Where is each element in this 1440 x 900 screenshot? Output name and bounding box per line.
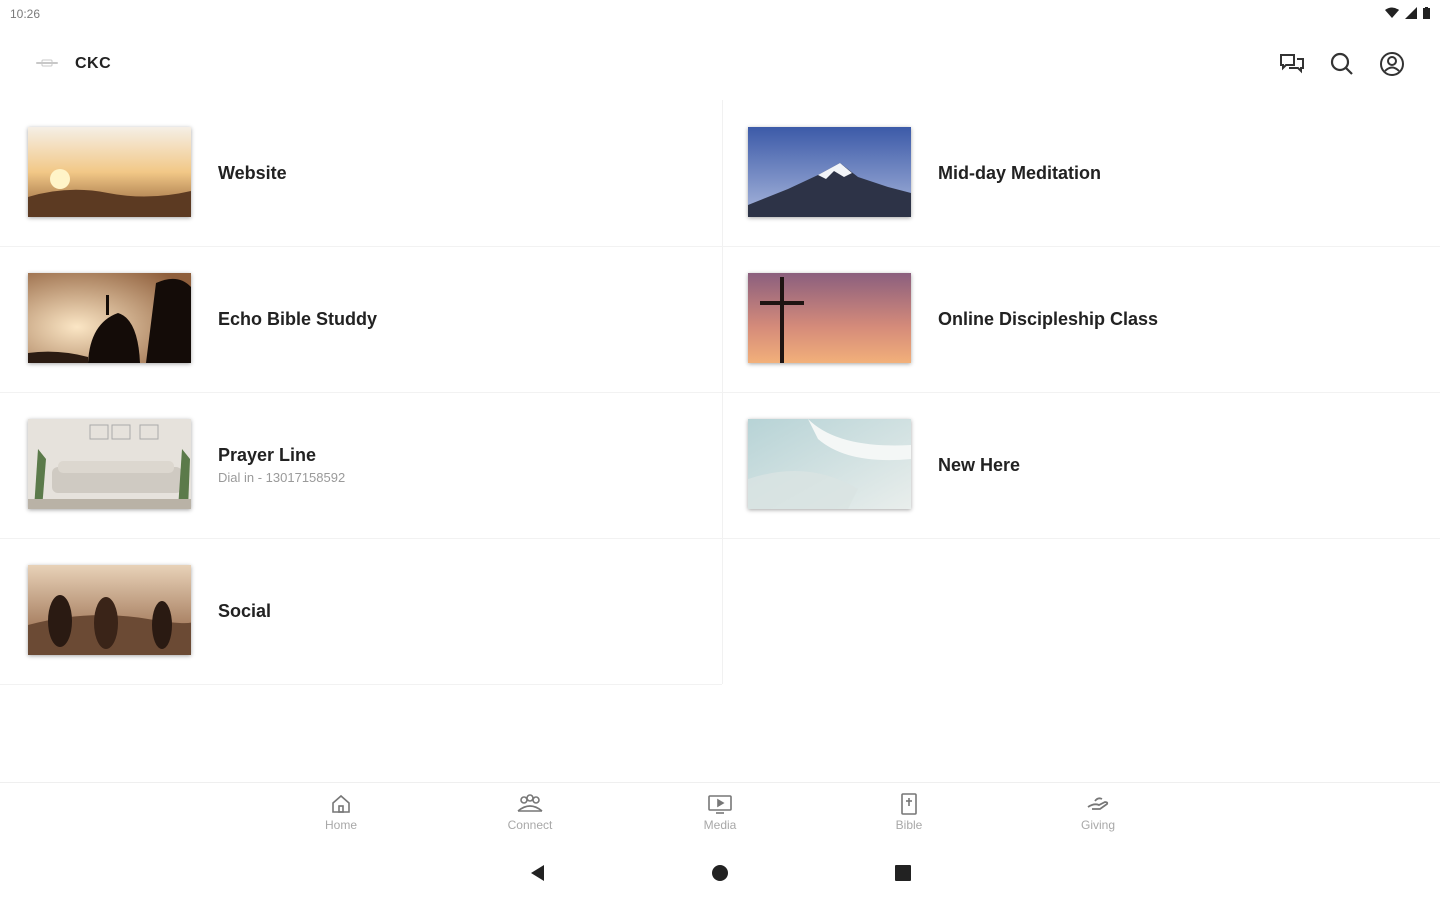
search-button[interactable] (1328, 50, 1356, 78)
recents-button[interactable] (894, 864, 912, 882)
card-title: Social (218, 600, 272, 621)
group-icon (517, 794, 543, 812)
list-item-social[interactable]: Social (0, 538, 722, 684)
app-title: CKC (75, 55, 112, 72)
list-item-website[interactable]: Website (0, 100, 722, 246)
card-subtitle: Dial in - 13017158592 (218, 470, 346, 485)
ckc-logo-icon (36, 59, 58, 67)
chat-icon (1280, 54, 1304, 74)
nav-media[interactable]: Media (670, 793, 770, 832)
nav-label: Connect (507, 818, 553, 832)
card-text: Online Discipleship Class (938, 246, 1158, 392)
nav-home[interactable]: Home (291, 793, 391, 832)
card-title: Website (218, 162, 287, 183)
card-text: Echo Bible Studdy (218, 246, 377, 392)
nav-giving[interactable]: Giving (1048, 793, 1148, 832)
system-navigation-bar (0, 856, 1440, 892)
status-time: 10:26 (10, 7, 41, 21)
card-title: Prayer Line (218, 445, 317, 465)
header-actions (1278, 50, 1406, 78)
account-button[interactable] (1378, 50, 1406, 78)
wifi-icon (1385, 7, 1399, 18)
home-icon (332, 794, 350, 813)
card-text: New Here (938, 392, 1020, 538)
list-item-new-here[interactable]: New Here (720, 392, 1440, 538)
back-button[interactable] (528, 864, 546, 882)
card-text: Prayer Line Dial in - 13017158592 (218, 392, 345, 538)
nav-bible[interactable]: Bible (859, 793, 959, 832)
messages-button[interactable] (1278, 50, 1306, 78)
card-title: Online Discipleship Class (938, 308, 1159, 329)
card-title: Mid-day Meditation (938, 162, 1101, 183)
nav-label: Home (324, 818, 357, 832)
battery-icon (1423, 7, 1430, 19)
thumbnail-image (28, 565, 191, 655)
thumbnail-image (748, 419, 911, 509)
thumbnail-image (748, 273, 911, 363)
status-icons (1385, 7, 1430, 19)
status-bar: 10:26 (0, 0, 1440, 28)
card-title: New Here (938, 454, 1021, 475)
thumbnail-image (28, 127, 191, 217)
bible-icon (901, 793, 917, 815)
row-divider (0, 684, 722, 685)
signal-icon (1405, 7, 1417, 19)
list-item-online-discipleship-class[interactable]: Online Discipleship Class (720, 246, 1440, 392)
card-title: Echo Bible Studdy (218, 308, 378, 329)
card-text: Website (218, 100, 287, 246)
giving-hand-icon (1087, 797, 1109, 810)
nav-label: Media (703, 818, 737, 832)
nav-label: Bible (895, 818, 923, 832)
list-item-midday-meditation[interactable]: Mid-day Meditation (720, 100, 1440, 246)
app-bar: CKC (0, 40, 1440, 88)
home-button[interactable] (711, 864, 729, 882)
search-icon (1330, 52, 1353, 75)
card-text: Mid-day Meditation (938, 100, 1101, 246)
bottom-navigation: Home Connect Media Bible Giving (0, 782, 1440, 846)
card-text: Social (218, 538, 271, 684)
thumbnail-image (748, 127, 911, 217)
list-item-prayer-line[interactable]: Prayer Line Dial in - 13017158592 (0, 392, 722, 538)
account-icon (1380, 52, 1404, 76)
list-item-echo-bible-study[interactable]: Echo Bible Studdy (0, 246, 722, 392)
nav-connect[interactable]: Connect (480, 793, 580, 832)
thumbnail-image (28, 419, 191, 509)
thumbnail-image (28, 273, 191, 363)
tv-icon (708, 795, 732, 814)
nav-label: Giving (1080, 818, 1115, 832)
